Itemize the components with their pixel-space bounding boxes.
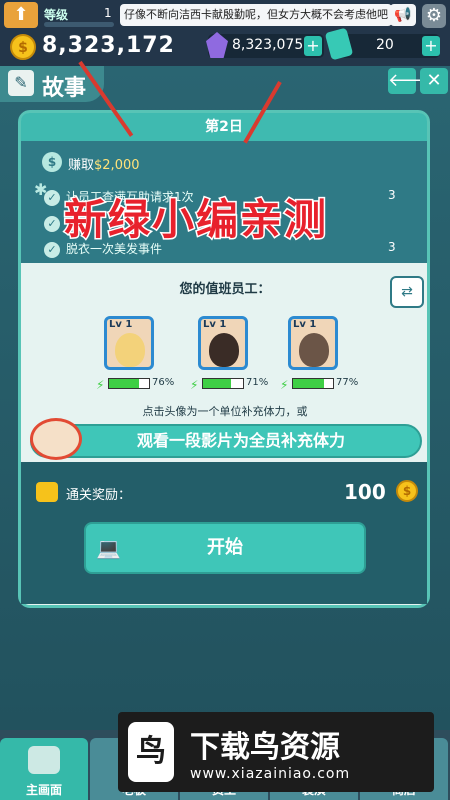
- watermark-url: www.xiazainiao.com: [190, 766, 351, 782]
- staff-portrait-2[interactable]: Lv 1: [198, 316, 248, 370]
- gem-amount: 8,323,075: [232, 37, 304, 53]
- gold-coin-icon: $: [10, 34, 36, 60]
- stamina-percent: 77%: [336, 377, 359, 388]
- stamina-fill: [203, 379, 232, 388]
- staff-level: Lv 1: [203, 319, 227, 330]
- bird-logo-icon: 鸟: [128, 722, 174, 782]
- staff-level: Lv 1: [109, 319, 133, 330]
- stamina-hint: 点击头像为一个单位补充体力，或: [142, 405, 308, 418]
- stamina-bolt-icon: ⚡: [96, 378, 105, 392]
- panel-title: 故事: [42, 76, 87, 101]
- level-progress-bar: [44, 22, 114, 27]
- staff-level: Lv 1: [293, 319, 317, 330]
- day-header: 第2日: [21, 113, 427, 141]
- staff-avatar: [115, 333, 145, 367]
- staff-portrait-3[interactable]: Lv 1: [288, 316, 338, 370]
- earn-amount: $2,000: [94, 158, 140, 173]
- task-check-icon: ✓: [44, 190, 60, 206]
- laptop-icon: 💻: [96, 536, 121, 560]
- level-icon: ⬆: [4, 2, 38, 28]
- staff-avatar: [299, 333, 329, 367]
- stamina-bar: [292, 378, 334, 389]
- watch-ad-button[interactable]: 观看一段影片为全员补充体力: [30, 424, 422, 458]
- nav-tab-label: 主画面: [25, 783, 62, 797]
- gold-amount: 8,323,172: [42, 33, 175, 58]
- book-icon: ✎: [8, 70, 34, 96]
- add-gems-button[interactable]: +: [304, 36, 322, 56]
- stamina-fill: [293, 379, 324, 388]
- task-check-icon: ✓: [44, 216, 60, 232]
- nav-tab-home[interactable]: 主画面: [0, 738, 88, 800]
- back-arrow-icon[interactable]: 🡐: [388, 68, 436, 94]
- coin-stack-icon: [36, 482, 58, 502]
- stamina-bar: [202, 378, 244, 389]
- earn-prefix: 赚取: [68, 158, 95, 173]
- megaphone-icon[interactable]: 📢: [390, 4, 416, 26]
- task-3-count: 3: [388, 240, 396, 254]
- money-target-icon: $: [42, 152, 62, 172]
- watermark-brand: 下载鸟资源: [190, 730, 340, 765]
- stamina-bolt-icon: ⚡: [190, 378, 199, 392]
- task-check-icon: ✓: [44, 242, 60, 258]
- monitor-icon: [28, 746, 60, 774]
- ticket-amount: 20: [376, 37, 394, 53]
- level-label: 等级: [44, 8, 69, 22]
- mascot-avatar: [30, 418, 82, 460]
- swap-staff-icon[interactable]: ⇄: [390, 276, 424, 308]
- gear-icon[interactable]: ⚙: [422, 4, 446, 28]
- staff-portrait-1[interactable]: Lv 1: [104, 316, 154, 370]
- earn-goal: 赚取$2,000: [68, 154, 140, 173]
- news-ticker[interactable]: 仔像不断向洁西卡献殷勤呢，但女方大概不会考虑他吧: [120, 4, 392, 26]
- stamina-fill: [109, 379, 140, 388]
- start-button[interactable]: 开始: [84, 522, 366, 574]
- gold-coin-icon: $: [396, 480, 418, 502]
- reward-label: 通关奖励：: [66, 488, 132, 503]
- stamina-percent: 76%: [152, 377, 175, 388]
- reward-amount: 100: [344, 480, 386, 504]
- close-icon[interactable]: ✕: [420, 68, 448, 94]
- task-1-count: 3: [388, 188, 396, 202]
- stamina-bolt-icon: ⚡: [280, 378, 289, 392]
- level-value: 1: [104, 6, 112, 20]
- staff-avatar: [209, 333, 239, 367]
- watermark-overlay-text: 新绿小编亲测: [62, 194, 329, 246]
- staff-title: 您的值班员工：: [179, 282, 271, 297]
- stamina-bar: [108, 378, 150, 389]
- stamina-percent: 71%: [246, 377, 269, 388]
- add-tickets-button[interactable]: +: [422, 36, 440, 56]
